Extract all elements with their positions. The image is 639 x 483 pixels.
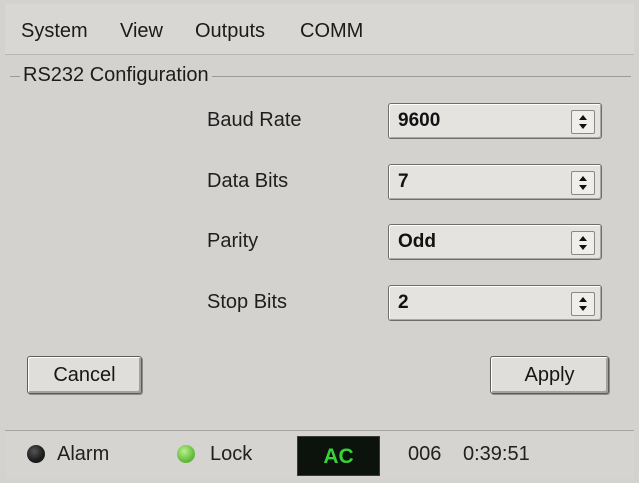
- menu-outputs[interactable]: Outputs: [195, 18, 265, 44]
- menu-comm[interactable]: COMM: [300, 18, 363, 44]
- baud-rate-select[interactable]: 9600: [388, 103, 602, 139]
- counter-value: 006: [408, 443, 442, 465]
- clock-time: 0:39:51: [463, 443, 530, 465]
- group-title: RS232 Configuration: [20, 62, 212, 88]
- baud-rate-value: 9600: [398, 110, 441, 131]
- alarm-label: Alarm: [57, 443, 110, 465]
- lock-led-icon: [177, 445, 195, 463]
- stop-bits-select[interactable]: 2: [388, 285, 602, 321]
- apply-button[interactable]: Apply: [490, 356, 609, 394]
- status-bar: Alarm Lock AC 006 0:39:51: [5, 430, 634, 479]
- menu-bar: System View Outputs COMM: [5, 4, 634, 55]
- lock-label: Lock: [210, 443, 253, 465]
- power-indicator: AC: [297, 436, 380, 476]
- spin-arrows-icon[interactable]: [571, 110, 595, 134]
- data-bits-label: Data Bits: [207, 170, 289, 192]
- parity-label: Parity: [207, 230, 259, 252]
- spin-arrows-icon[interactable]: [571, 231, 595, 255]
- spin-arrows-icon[interactable]: [571, 171, 595, 195]
- screen: System View Outputs COMM RS232 Configura…: [0, 0, 639, 483]
- parity-value: Odd: [398, 231, 436, 252]
- menu-system[interactable]: System: [21, 18, 88, 44]
- stop-bits-label: Stop Bits: [207, 291, 288, 313]
- data-bits-select[interactable]: 7: [388, 164, 602, 200]
- stop-bits-value: 2: [398, 292, 409, 313]
- power-label: AC: [323, 445, 354, 468]
- menu-view[interactable]: View: [120, 18, 163, 44]
- alarm-led-icon: [27, 445, 45, 463]
- spin-arrows-icon[interactable]: [571, 292, 595, 316]
- baud-rate-label: Baud Rate: [207, 109, 302, 131]
- cancel-button[interactable]: Cancel: [27, 356, 142, 394]
- parity-select[interactable]: Odd: [388, 224, 602, 260]
- data-bits-value: 7: [398, 171, 409, 192]
